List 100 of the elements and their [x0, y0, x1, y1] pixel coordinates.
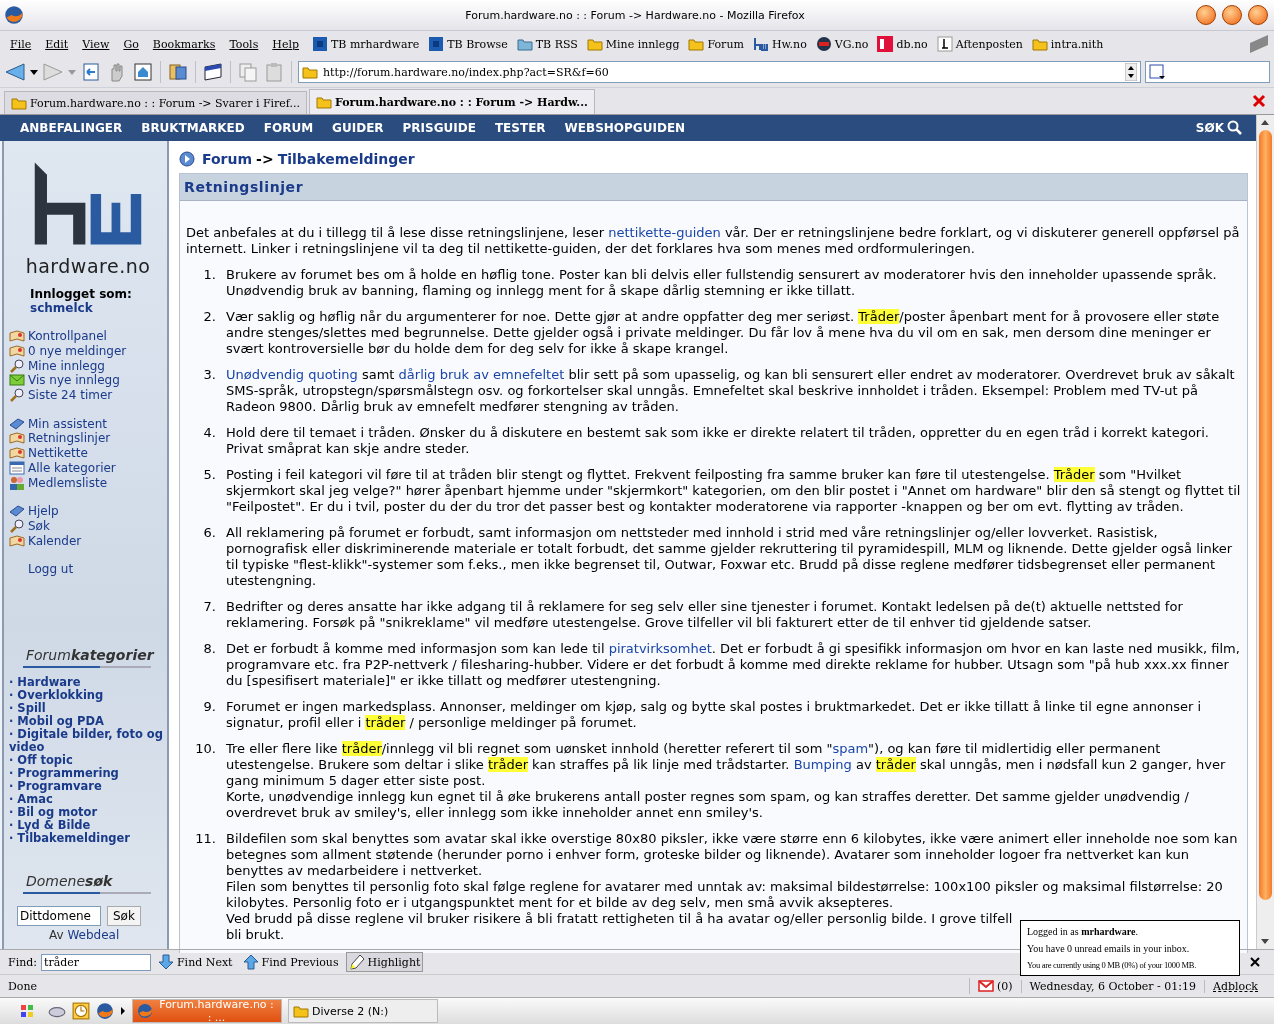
window-icon[interactable] — [202, 61, 224, 83]
bookmark-item[interactable]: Mine innlegg — [586, 36, 680, 52]
rule-link[interactable]: piratvirksomhet — [608, 641, 712, 656]
menu-item[interactable]: Edit — [45, 37, 69, 51]
taskbar-button[interactable]: Diverse 2 (N:) — [288, 999, 438, 1023]
find-next-button[interactable]: Find Next — [155, 952, 236, 972]
bookmark-item[interactable]: Aftenposten — [936, 36, 1023, 52]
window-title: Forum.hardware.no : : Forum -> Hardware.no - Mozilla Firefox — [464, 8, 806, 22]
sidebar-link[interactable]: Logg ut — [9, 561, 167, 577]
rule-link[interactable]: Bumping — [793, 757, 852, 772]
category-link[interactable]: · Mobil og PDA — [9, 714, 167, 728]
username-link[interactable]: schmelck — [30, 301, 167, 315]
search-field[interactable] — [1145, 61, 1270, 83]
sidebar-link[interactable]: Alle kategorier — [9, 460, 167, 476]
site-nav-link[interactable]: PRISGUIDE — [402, 121, 476, 135]
browser-tab[interactable]: Forum.hardware.no : : Forum -> Svarer i Firef... — [4, 91, 307, 114]
menu-item[interactable]: Go — [123, 37, 139, 51]
category-link[interactable]: · Digitale bilder, foto og video — [9, 727, 167, 754]
bookmark-item[interactable]: TB Browse — [428, 36, 508, 52]
close-button[interactable] — [1248, 5, 1268, 25]
sidebar-link[interactable]: Siste 24 timer — [9, 387, 167, 403]
home-icon[interactable] — [132, 61, 154, 83]
credit-link[interactable]: Webdeal — [67, 927, 120, 942]
site-nav-link[interactable]: WEBSHOPGUIDEN — [564, 121, 686, 135]
site-nav-link[interactable]: FORUM — [263, 121, 314, 135]
bookmark-item[interactable]: Forum — [688, 36, 744, 52]
sidebar-link[interactable]: Retningslinjer — [9, 431, 167, 446]
breadcrumb-link[interactable]: Forum — [202, 151, 253, 167]
adblock-link[interactable]: Adblock — [1204, 979, 1266, 993]
domain-input[interactable]: Dittdomene — [17, 905, 101, 926]
tile-icon — [428, 36, 445, 52]
close-tab-icon[interactable] — [1251, 93, 1267, 109]
clock-icon[interactable] — [72, 1002, 90, 1020]
menu-item[interactable]: View — [82, 37, 110, 51]
bookmark-item[interactable]: Hw.no — [752, 36, 807, 52]
arrow-up-icon — [242, 954, 259, 970]
menu-item[interactable]: Bookmarks — [152, 37, 216, 51]
site-nav-link[interactable]: TESTER — [494, 121, 546, 135]
taskbar-button[interactable]: Forum.hardware.no : : ... — [132, 999, 282, 1023]
minimize-button[interactable] — [1196, 5, 1216, 25]
sidebar-link[interactable]: Nettikette — [9, 445, 167, 461]
scrollbar[interactable] — [1256, 115, 1274, 949]
bookmark-item[interactable]: TB mrhardware — [311, 36, 420, 52]
bookmark-item[interactable]: intra.nith — [1031, 36, 1104, 52]
breadcrumb-link[interactable]: Tilbakemeldinger — [277, 151, 415, 167]
menu-item[interactable]: File — [10, 37, 32, 51]
highlight-button[interactable]: Highlight — [345, 952, 424, 972]
sidebar-link[interactable]: Hjelp — [9, 503, 167, 519]
site-nav-link[interactable]: BRUKTMARKED — [141, 121, 245, 135]
site-nav-link[interactable]: ANBEFALINGER — [20, 121, 123, 135]
category-link[interactable]: · Amac — [9, 792, 167, 806]
rule-text: Unødvendig quoting samt dårlig bruk av emnefeltet blir sett på som upasselig, og kan bli sensurert eller endret av moderatorer. Overdrevet bruk av såkalt SMS-språk, utropstegn/spørsmålstegn osv. og forkortelser skal unngås. Emnefeltet skal beskrive innholdet i tråden. Eksempel: Problem med TV-ut på Radeon 9800. Dårlig bruk av emnefelt medfører stengning av tråden. — [226, 367, 1236, 415]
category-link[interactable]: · Tilbakemeldinger — [9, 831, 167, 845]
address-field[interactable]: http://forum.hardware.no/index.php?act=SR&f=60 — [298, 61, 1141, 83]
rule-link[interactable]: spam — [832, 741, 869, 756]
back-icon[interactable] — [4, 61, 26, 83]
find-input[interactable]: tråder — [41, 953, 151, 971]
menu-item[interactable]: Help — [272, 37, 299, 51]
bookmark-item[interactable]: db.no — [877, 36, 928, 52]
browser-tab[interactable]: Forum.hardware.no : : Forum -> Hardw... — [309, 89, 595, 114]
category-link[interactable]: · Bil og motor — [9, 805, 167, 819]
status-date: Wednesday, 6 October - 01:19 — [1020, 979, 1204, 993]
browser-icon[interactable] — [96, 1002, 114, 1020]
category-link[interactable]: · Hardware — [9, 675, 167, 689]
search-icon[interactable] — [1227, 120, 1243, 136]
rule-link[interactable]: Unødvendig quoting — [226, 367, 358, 382]
menu-item[interactable]: Tools — [229, 37, 259, 51]
rule-link[interactable]: dårlig bruk av emnefeltet — [398, 367, 565, 382]
reload-icon[interactable] — [80, 61, 102, 83]
category-link[interactable]: · Lyd & Bilde — [9, 818, 167, 832]
maximize-button[interactable] — [1222, 5, 1242, 25]
category-link[interactable]: · Spill — [9, 701, 167, 715]
sidebar-link[interactable]: Kontrollpanel — [9, 329, 167, 344]
sidebar-link[interactable]: Medlemsliste — [9, 475, 167, 490]
category-link[interactable]: · Off topic — [9, 753, 167, 767]
site-search-link[interactable]: SØK — [1195, 121, 1224, 135]
dropdown-icon[interactable] — [1125, 63, 1137, 81]
throbber-icon — [1248, 33, 1270, 55]
search-button[interactable]: Søk — [107, 905, 141, 926]
dropdown-icon[interactable] — [30, 68, 38, 76]
list-number: 8. — [202, 641, 217, 658]
bookmark-item[interactable]: TB RSS — [516, 36, 578, 52]
bookmarks-icon[interactable] — [167, 61, 189, 83]
logo-icon — [752, 36, 769, 52]
intro-link[interactable]: nettikette-guiden — [608, 225, 721, 240]
bookmark-item[interactable]: VG.no — [815, 36, 869, 52]
find-previous-button[interactable]: Find Previous — [239, 952, 342, 972]
sidebar-link[interactable]: 0 nye meldinger — [9, 343, 167, 359]
category-link[interactable]: · Programmering — [9, 766, 167, 780]
mail-icon[interactable] — [977, 978, 994, 994]
category-link[interactable]: · Overklokking — [9, 688, 167, 702]
site-nav-link[interactable]: GUIDER — [332, 121, 384, 135]
expand-icon[interactable] — [120, 1007, 126, 1015]
sidebar-link[interactable]: Mine innlegg — [9, 358, 167, 374]
category-link[interactable]: · Programvare — [9, 779, 167, 793]
sidebar-link[interactable]: Kalender — [9, 533, 167, 548]
sidebar-link[interactable]: Min assistent — [9, 416, 167, 432]
browser-icon — [4, 5, 24, 25]
sidebar-link[interactable]: Søk — [9, 518, 167, 534]
sidebar-link[interactable]: Vis nye innlegg — [9, 373, 167, 388]
